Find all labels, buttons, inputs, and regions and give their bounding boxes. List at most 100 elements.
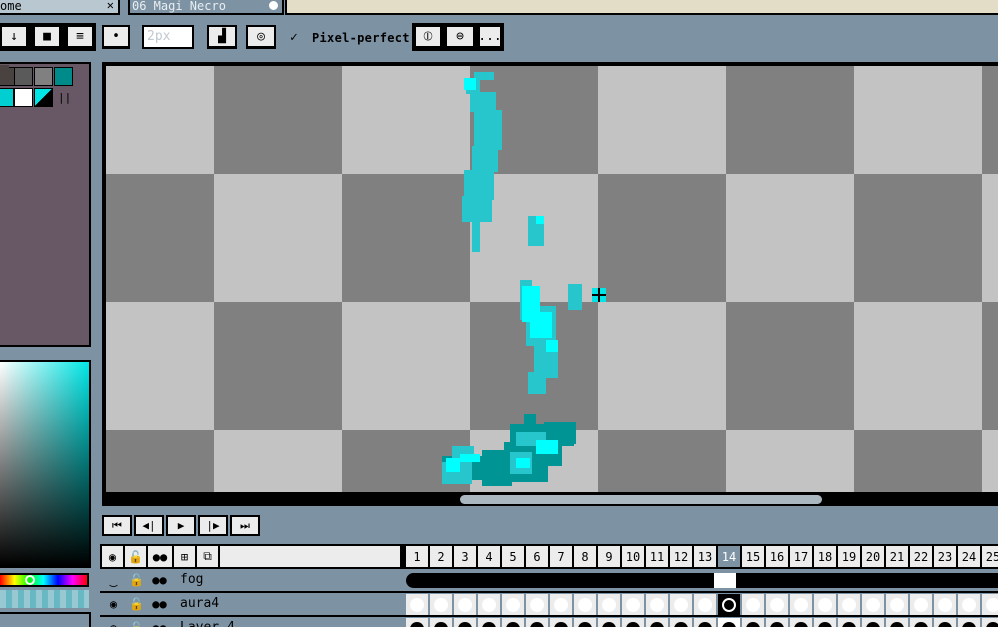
- cel[interactable]: [982, 618, 998, 627]
- cel[interactable]: [670, 594, 692, 615]
- frame-header[interactable]: 13: [694, 546, 716, 567]
- cel[interactable]: [958, 594, 980, 615]
- cel[interactable]: [550, 594, 572, 615]
- frame-header[interactable]: 2: [430, 546, 452, 567]
- brush-size-input[interactable]: 2px: [142, 25, 194, 49]
- frame-header[interactable]: 1: [406, 546, 428, 567]
- cel[interactable]: [574, 594, 596, 615]
- cel[interactable]: [406, 618, 428, 627]
- cel[interactable]: [622, 594, 644, 615]
- visibility-eye-icon[interactable]: ◉: [102, 597, 125, 611]
- frame-header[interactable]: 18: [814, 546, 836, 567]
- frame-header[interactable]: 24: [958, 546, 980, 567]
- frame-header[interactable]: 25: [982, 546, 998, 567]
- cel[interactable]: [838, 618, 860, 627]
- frame-header[interactable]: 4: [478, 546, 500, 567]
- cel[interactable]: [862, 618, 884, 627]
- frame-header[interactable]: 3: [454, 546, 476, 567]
- frame-header[interactable]: 11: [646, 546, 668, 567]
- cel[interactable]: [766, 594, 788, 615]
- pixel-perfect-label[interactable]: Pixel-perfect: [312, 31, 410, 45]
- layer-row-fog[interactable]: ‿ 🔓 ●● fog: [100, 569, 998, 591]
- close-icon[interactable]: ✕: [107, 0, 114, 11]
- cel[interactable]: [574, 618, 596, 627]
- lock-icon[interactable]: 🔓: [125, 546, 146, 567]
- lock-icon[interactable]: 🔓: [125, 597, 148, 611]
- cel[interactable]: [742, 618, 764, 627]
- visibility-eye-icon[interactable]: ◉: [102, 546, 123, 567]
- cel[interactable]: [886, 618, 908, 627]
- cel[interactable]: [862, 594, 884, 615]
- cel[interactable]: [598, 618, 620, 627]
- pixel-perfect-check-icon[interactable]: ✓: [290, 30, 298, 45]
- cel[interactable]: [910, 618, 932, 627]
- continuous-icon[interactable]: ●●: [148, 597, 171, 611]
- play-icon[interactable]: ▶: [166, 515, 196, 536]
- cel[interactable]: [742, 594, 764, 615]
- cel[interactable]: [814, 618, 836, 627]
- previous-frame-icon[interactable]: ◀|: [134, 515, 164, 536]
- hue-slider-knob[interactable]: [25, 575, 35, 585]
- palette-swatch[interactable]: [14, 88, 33, 107]
- last-frame-icon[interactable]: ⏭: [230, 515, 260, 536]
- frame-header[interactable]: 10: [622, 546, 644, 567]
- cel[interactable]: [766, 618, 788, 627]
- cel[interactable]: [526, 618, 548, 627]
- color-spectrum-picker[interactable]: [0, 360, 91, 568]
- palette-swatch[interactable]: [0, 65, 9, 83]
- tab-home[interactable]: ome ✕: [0, 0, 120, 15]
- symmetry-vertical-icon[interactable]: ⦶: [414, 25, 442, 49]
- frame-header[interactable]: 19: [838, 546, 860, 567]
- brush-type-icon[interactable]: •: [102, 25, 130, 49]
- cel[interactable]: [454, 594, 476, 615]
- cel[interactable]: [934, 594, 956, 615]
- cel[interactable]: [550, 618, 572, 627]
- layer-name[interactable]: aura4: [175, 593, 401, 615]
- cel[interactable]: [790, 618, 812, 627]
- frame-header-current[interactable]: 14: [718, 546, 740, 567]
- cel[interactable]: [454, 618, 476, 627]
- continuous-icon[interactable]: ●●: [148, 546, 172, 567]
- ink-bucket-icon[interactable]: ▟: [207, 25, 237, 49]
- more-options-button[interactable]: ...: [478, 25, 502, 49]
- layer-row-aura4[interactable]: ◉ 🔓 ●● aura4: [100, 593, 998, 615]
- tab-magi-necro[interactable]: 06 Magi Necro: [128, 0, 284, 15]
- cel[interactable]: [646, 618, 668, 627]
- frame-header[interactable]: 17: [790, 546, 812, 567]
- hue-slider[interactable]: [0, 573, 89, 587]
- square-brush-icon[interactable]: ■: [33, 25, 61, 49]
- cel[interactable]: [790, 594, 812, 615]
- next-frame-icon[interactable]: |▶: [198, 515, 228, 536]
- layer-group-icon[interactable]: ⊞: [174, 546, 195, 567]
- continuous-icon[interactable]: ●●: [148, 573, 171, 587]
- cel[interactable]: [622, 618, 644, 627]
- horizontal-scrollbar[interactable]: [460, 495, 822, 504]
- frame-header[interactable]: 9: [598, 546, 620, 567]
- cel[interactable]: [478, 618, 500, 627]
- cel[interactable]: [982, 594, 998, 615]
- lock-icon[interactable]: 🔓: [125, 621, 148, 627]
- cel[interactable]: [478, 594, 500, 615]
- cel[interactable]: [694, 594, 716, 615]
- cel[interactable]: [502, 618, 524, 627]
- cel[interactable]: [934, 618, 956, 627]
- cel[interactable]: [598, 594, 620, 615]
- frame-header[interactable]: 7: [550, 546, 572, 567]
- palette-swatch[interactable]: [0, 88, 14, 107]
- modified-dot-icon[interactable]: [269, 1, 278, 10]
- continuous-icon[interactable]: ●●: [148, 621, 171, 627]
- cel[interactable]: [526, 594, 548, 615]
- alpha-slider[interactable]: [0, 590, 89, 608]
- palette-swatch-selected[interactable]: [34, 88, 53, 107]
- cel[interactable]: [910, 594, 932, 615]
- frame-header[interactable]: 16: [766, 546, 788, 567]
- lines-icon[interactable]: ≡: [66, 25, 94, 49]
- current-frame-cel[interactable]: [714, 573, 736, 588]
- onion-skin-icon[interactable]: ⧉: [197, 546, 218, 567]
- visibility-eye-icon[interactable]: ◉: [102, 621, 125, 627]
- palette-swatch[interactable]: [34, 67, 53, 86]
- cel[interactable]: [502, 594, 524, 615]
- layer-row-layer-4[interactable]: ◉ 🔓 ●● Layer 4: [100, 617, 998, 627]
- cel[interactable]: [430, 618, 452, 627]
- palette-swatch[interactable]: [54, 67, 73, 86]
